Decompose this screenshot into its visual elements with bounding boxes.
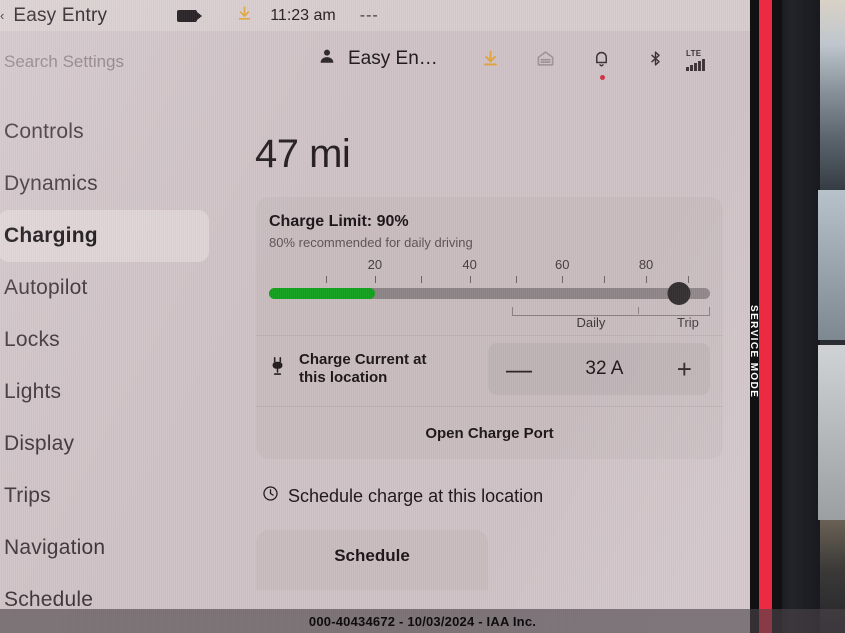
slider-fill: [269, 288, 375, 299]
range-readout: 47 mi: [255, 132, 351, 176]
sidebar-item-label: Display: [4, 432, 75, 455]
slider-track[interactable]: [269, 288, 710, 299]
lte-signal-icon: LTE: [686, 49, 705, 71]
charge-limit-slider[interactable]: 20 40 60 80 Daily Trip: [269, 257, 710, 331]
charge-limit-title: Charge Limit: 90%: [269, 213, 409, 230]
slider-handle[interactable]: [667, 282, 691, 305]
outside-temperature: ---: [359, 6, 379, 24]
open-charge-port-button[interactable]: Open Charge Port: [256, 407, 723, 459]
slider-label-daily: Daily: [576, 315, 606, 330]
vehicle-touchscreen: ‹ Easy Entry 11:23 am --- Search Setting…: [0, 0, 750, 633]
sidebar-item-dynamics[interactable]: Dynamics: [0, 158, 216, 210]
sidebar-item-lights[interactable]: Lights: [0, 366, 216, 418]
sidebar-item-label: Autopilot: [4, 276, 88, 299]
schedule-card-label: Schedule: [334, 546, 410, 565]
sidebar-item-charging[interactable]: Charging: [0, 210, 209, 262]
slider-tick-label-20: 20: [367, 257, 383, 272]
charge-limit-card: Charge Limit: 90% 80% recommended for da…: [256, 197, 723, 459]
signal-bars: [686, 59, 705, 71]
software-download-icon[interactable]: [236, 5, 253, 27]
service-mode-label-right: SERVICE MODE: [748, 305, 759, 399]
slider-tick-label-80: 80: [638, 257, 654, 272]
garage-door-icon[interactable]: [536, 49, 555, 73]
sidebar-item-label: Locks: [4, 328, 60, 351]
settings-sidebar: Controls Dynamics Charging Autopilot Loc…: [0, 106, 216, 626]
slider-label-trip: Trip: [676, 315, 699, 330]
clock-time: 11:23 am: [270, 6, 336, 24]
sidebar-item-label: Charging: [4, 224, 98, 247]
sidebar-item-navigation[interactable]: Navigation: [0, 522, 216, 574]
charge-current-decrement-button[interactable]: —: [506, 356, 532, 382]
car-status-bar: ‹ Easy Entry 11:23 am ---: [0, 0, 750, 31]
sidebar-item-display[interactable]: Display: [0, 418, 216, 470]
sidebar-item-label: Dynamics: [4, 172, 98, 195]
slider-tick-marks: [269, 276, 710, 284]
charge-current-label: Charge Current at this location: [299, 351, 484, 388]
notifications-bell-icon[interactable]: [592, 49, 611, 80]
schedule-clock-icon: [262, 485, 279, 507]
sidebar-item-label: Lights: [4, 380, 62, 403]
watermark-text: 000-40434672 - 10/03/2024 - IAA Inc.: [308, 613, 537, 629]
sidebar-item-autopilot[interactable]: Autopilot: [0, 262, 216, 314]
charge-plug-icon: [269, 356, 289, 383]
account-chip[interactable]: Easy En…: [318, 47, 438, 70]
schedule-card[interactable]: Schedule: [256, 530, 488, 590]
charge-current-value: 32 A: [585, 358, 624, 379]
sidebar-item-trips[interactable]: Trips: [0, 470, 216, 522]
person-icon: [318, 47, 336, 70]
sidebar-item-locks[interactable]: Locks: [0, 314, 216, 366]
settings-header: Search Settings Easy En… LTE: [0, 31, 750, 93]
sidebar-item-label: Navigation: [4, 536, 106, 559]
bluetooth-icon[interactable]: [647, 49, 664, 73]
lte-label: LTE: [686, 49, 702, 58]
car-window-lower: [818, 345, 845, 520]
driver-profile-name[interactable]: Easy Entry: [13, 5, 107, 27]
charge-current-label-line1: Charge Current at: [299, 350, 427, 368]
charging-panel: 47 mi Charge Limit: 90% 80% recommended …: [236, 106, 736, 590]
software-download-icon[interactable]: [481, 49, 500, 73]
car-window-upper: [818, 190, 845, 340]
chevron-left-icon[interactable]: ‹: [0, 8, 4, 23]
sidebar-item-controls[interactable]: Controls: [0, 106, 216, 158]
notification-badge: [600, 75, 605, 80]
watermark-bar: 000-40434672 - 10/03/2024 - IAA Inc.: [0, 609, 845, 633]
slider-tick-label-40: 40: [462, 257, 477, 272]
slider-tick-label-60: 60: [555, 257, 570, 272]
schedule-charge-link[interactable]: Schedule charge at this location: [262, 485, 736, 507]
charge-limit-subtitle: 80% recommended for daily driving: [269, 235, 473, 250]
charge-current-label-line2: this location: [299, 369, 388, 386]
schedule-charge-label: Schedule charge at this location: [288, 485, 544, 506]
charge-current-row: Charge Current at this location — 32 A +: [256, 336, 723, 402]
account-name: Easy En…: [348, 47, 438, 69]
photo-scene: ‹ Easy Entry 11:23 am --- Search Setting…: [0, 0, 845, 633]
search-settings-input[interactable]: Search Settings: [4, 52, 124, 72]
sidebar-item-label: Trips: [4, 484, 51, 507]
dashcam-camera-icon[interactable]: [177, 9, 203, 22]
sidebar-item-label: Controls: [4, 120, 84, 143]
charge-current-stepper[interactable]: — 32 A +: [488, 343, 710, 395]
charge-current-increment-button[interactable]: +: [677, 356, 692, 382]
